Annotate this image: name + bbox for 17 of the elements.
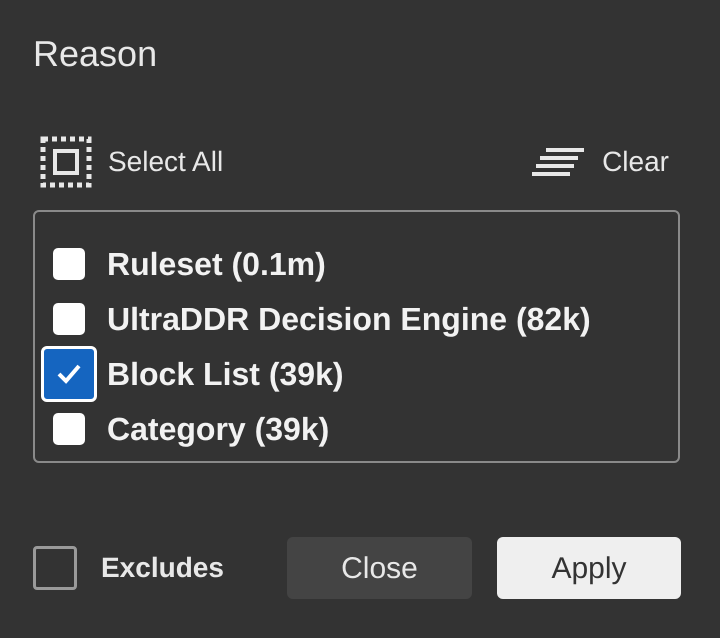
close-button[interactable]: Close — [287, 537, 472, 599]
select-all-button[interactable]: Select All — [33, 136, 224, 188]
panel-title: Reason — [33, 32, 158, 76]
checkbox[interactable] — [41, 346, 97, 402]
checkbox[interactable] — [53, 302, 85, 334]
option-label[interactable]: Category (39k) — [107, 404, 330, 452]
select-all-icon — [40, 136, 92, 188]
option-label[interactable]: Block List (39k) — [107, 350, 344, 398]
clear-icon — [532, 147, 586, 177]
excludes-label: Excludes — [101, 551, 224, 585]
checkbox[interactable] — [53, 248, 85, 280]
excludes-checkbox[interactable] — [33, 546, 77, 590]
apply-button[interactable]: Apply — [497, 537, 681, 599]
option-label[interactable]: Ruleset (0.1m) — [107, 240, 326, 288]
clear-button[interactable]: Clear — [532, 141, 687, 183]
option-label[interactable]: UltraDDR Decision Engine (82k) — [107, 294, 591, 342]
checkbox[interactable] — [53, 412, 85, 444]
